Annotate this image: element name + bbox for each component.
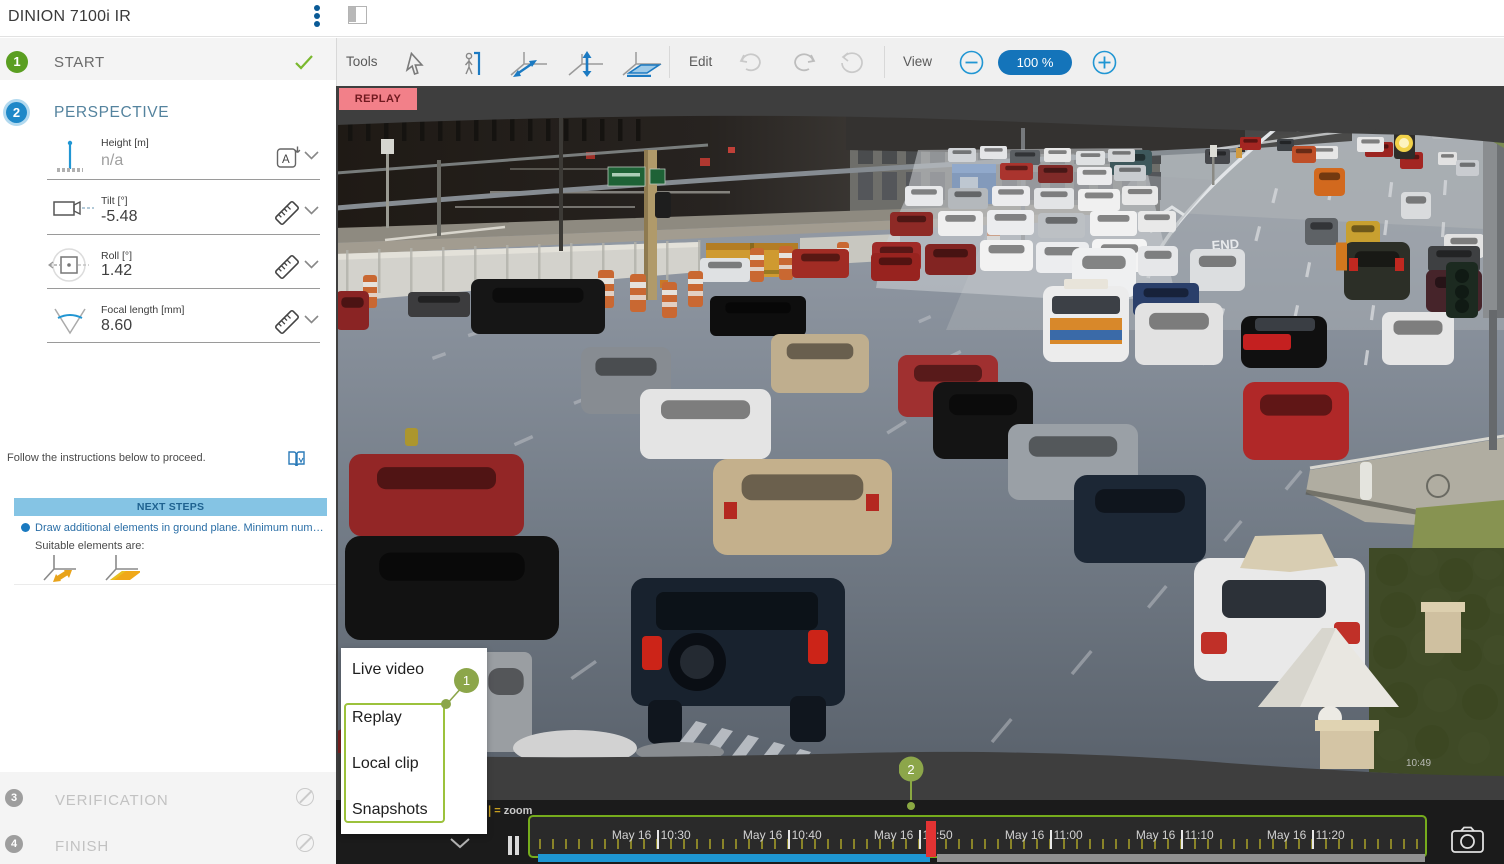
svg-text:10:49: 10:49 <box>1406 758 1431 769</box>
svg-text:A: A <box>282 154 290 166</box>
svg-text:2: 2 <box>907 762 914 777</box>
